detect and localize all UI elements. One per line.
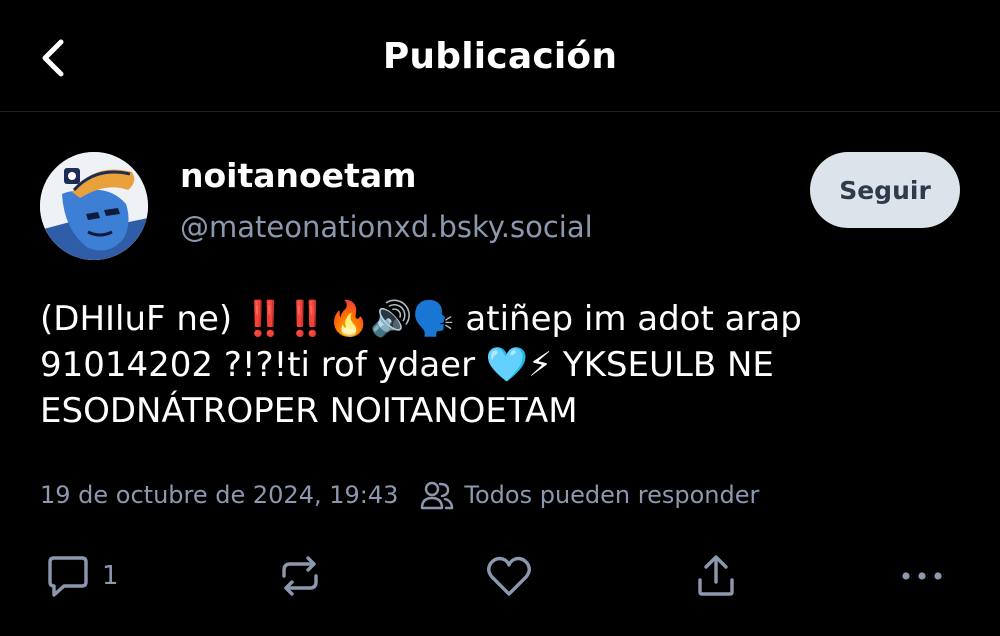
like-button[interactable]	[484, 546, 534, 606]
handle[interactable]: @mateonationxd.bsky.social	[180, 210, 593, 244]
avatar[interactable]	[40, 152, 148, 260]
post-text: (DHIluF ne) ‼️‼️🔥🔊🗣️ atiñep im adot arap…	[40, 299, 802, 431]
repost-icon	[282, 556, 318, 596]
people-icon	[420, 480, 454, 510]
page-title: Publicación	[382, 36, 618, 77]
avatar-image	[40, 152, 148, 260]
more-icon	[902, 572, 942, 580]
action-bar: 1	[0, 546, 1000, 606]
reply-icon	[48, 556, 88, 597]
reply-button[interactable]: 1	[44, 546, 119, 606]
post-meta: 19 de octubre de 2024, 19:43 Todos puede…	[40, 478, 960, 512]
share-button[interactable]	[692, 546, 740, 606]
reply-count: 1	[102, 561, 119, 591]
display-name[interactable]: noitanoetam	[180, 156, 417, 195]
post-author: noitanoetam @mateonationxd.bsky.social S…	[40, 152, 960, 262]
share-icon	[698, 555, 734, 596]
repost-button[interactable]	[276, 546, 324, 606]
follow-button[interactable]: Seguir	[810, 152, 960, 228]
more-options-button[interactable]	[898, 546, 946, 606]
top-bar: Publicación	[0, 0, 1000, 112]
post-timestamp: 19 de octubre de 2024, 19:43	[40, 481, 399, 509]
reply-setting-label: Todos pueden responder	[464, 481, 760, 509]
like-icon	[487, 556, 531, 596]
reply-setting[interactable]: Todos pueden responder	[420, 480, 759, 510]
